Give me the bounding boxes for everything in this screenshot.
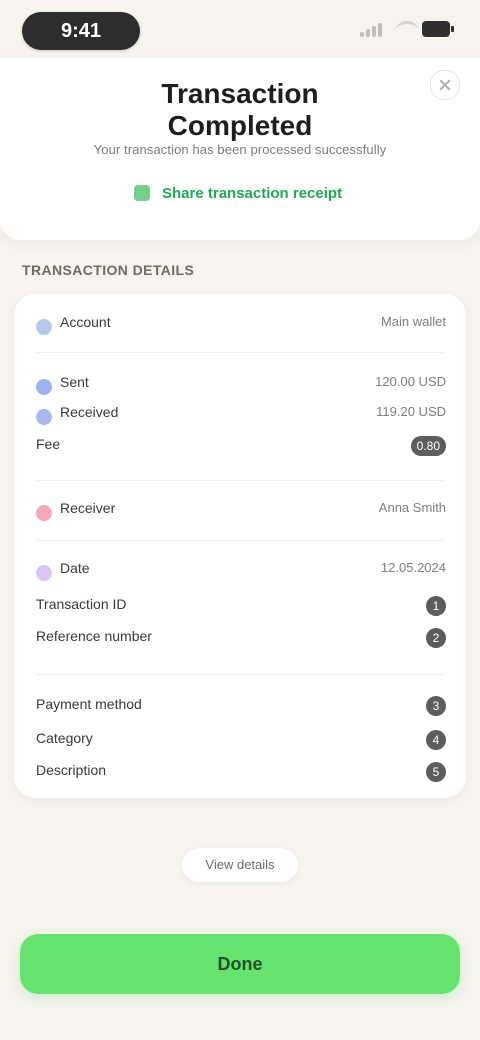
sent-icon [36,379,52,395]
detail-value-receiver: Anna Smith [378,500,446,515]
signal-icon [360,21,384,37]
page-subtitle: Your transaction has been processed succ… [93,142,387,157]
share-receipt-label: Share transaction receipt [162,185,343,202]
detail-label-transaction-id: Transaction ID [36,596,127,612]
page-title-line-2: Completed [167,110,313,141]
detail-row-payment-method: Payment method 3 [14,696,466,720]
transaction-id-badge: 1 [426,596,446,616]
transaction-details-card: Account Main wallet Sent 120.00 USD Rece… [14,294,466,798]
detail-label-category: Category [36,730,93,746]
status-time: 9:41 [22,12,140,50]
divider [36,352,444,353]
status-icons [350,18,454,42]
battery-icon [422,21,454,37]
page-title-line-1: Transaction [161,78,319,109]
detail-label-account: Account [60,314,111,330]
app-screen: 9:41 Transaction Completed Your transact… [0,0,480,1040]
detail-label-fee: Fee [36,436,61,452]
detail-row-account: Account Main wallet [14,314,466,338]
detail-value-date: 12.05.2024 [380,560,446,575]
detail-value-received: 119.20 USD [376,404,446,419]
detail-label-sent: Sent [60,374,89,390]
detail-row-date: Date 12.05.2024 [14,560,466,584]
status-bar: 9:41 [0,0,480,58]
detail-row-reference-number: Reference number 2 [14,628,466,652]
detail-row-received: Received 119.20 USD [14,404,466,428]
detail-label-received: Received [60,404,119,420]
receiver-icon [36,505,52,521]
payment-method-badge: 3 [426,696,446,716]
detail-row-description: Description 5 [14,762,466,786]
done-button[interactable]: Done [20,934,460,994]
category-badge: 4 [426,730,446,750]
transaction-header: Transaction Completed Your transaction h… [0,58,480,240]
divider [36,480,444,481]
detail-row-receiver: Receiver Anna Smith [14,500,466,524]
divider [36,674,444,675]
detail-label-date: Date [60,560,90,576]
details-section-title: Transaction details [22,262,195,278]
view-details-button[interactable]: View details [182,848,298,882]
detail-row-sent: Sent 120.00 USD [14,374,466,398]
detail-row-fee: Fee 0.80 [14,436,466,460]
detail-value-sent: 120.00 USD [375,374,446,389]
date-icon [36,565,52,581]
fee-badge: 0.80 [410,436,446,456]
detail-row-transaction-id: Transaction ID 1 [14,596,466,620]
divider [36,540,444,541]
account-icon [36,319,52,335]
description-badge: 5 [426,762,446,782]
wifi-icon [394,21,420,42]
detail-label-receiver: Receiver [60,500,116,516]
share-icon [134,185,150,201]
detail-label-reference-number: Reference number [36,628,152,644]
detail-value-account: Main wallet [380,314,446,329]
detail-row-category: Category 4 [14,730,466,754]
detail-label-payment-method: Payment method [36,696,142,712]
detail-label-description: Description [36,762,107,778]
reference-number-badge: 2 [426,628,446,648]
received-icon [36,409,52,425]
share-receipt-link[interactable]: Share transaction receipt [134,182,346,206]
